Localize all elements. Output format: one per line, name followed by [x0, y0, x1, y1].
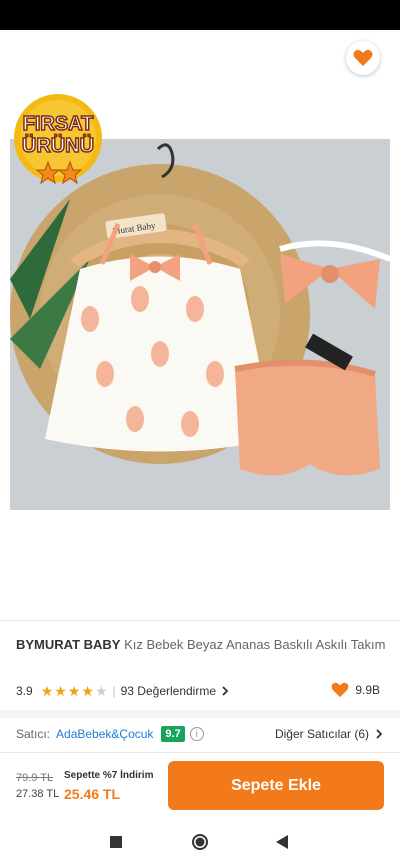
star-icon: ★: [94, 683, 108, 699]
rating-score: 3.9: [16, 684, 33, 698]
old-price: 79.9 TL: [16, 772, 54, 784]
section-divider: [0, 710, 400, 718]
status-bar: [0, 0, 400, 30]
seller-name-link[interactable]: AdaBebek&Çocuk: [56, 727, 153, 741]
other-sellers-label: Diğer Satıcılar (6): [274, 727, 369, 741]
product-title: BYMURAT BABY Kız Bebek Beyaz Ananas Bask…: [16, 636, 386, 654]
star-icon: ★: [81, 683, 94, 699]
circle-icon: [192, 834, 208, 850]
chevron-right-icon: [222, 686, 229, 696]
star-icon: ★: [40, 683, 54, 699]
add-to-cart-button[interactable]: Sepete Ekle: [168, 761, 384, 810]
top-bar: [0, 30, 400, 88]
share-icon: [302, 49, 320, 69]
final-price: 25.46 TL: [64, 786, 121, 802]
rating-divider: |: [112, 684, 116, 698]
arrow-left-icon: [24, 51, 42, 67]
deal-badge: FIRSAT ÜRÜNÜ: [8, 92, 108, 188]
nav-back-button[interactable]: [272, 832, 292, 852]
seller-score-badge: 9.7: [161, 726, 185, 742]
favorite-count[interactable]: 9.9B: [331, 682, 380, 698]
seller-row: Satıcı: AdaBebek&Çocuk 9.7 i Diğer Satıc…: [16, 724, 384, 744]
heart-icon: [353, 49, 373, 66]
badge-line1: FIRSAT: [23, 113, 94, 135]
rating-stars: ★ ★ ★ ★ ★: [41, 684, 108, 698]
heart-icon: [331, 682, 349, 698]
other-sellers-link[interactable]: Diğer Satıcılar (6): [275, 727, 384, 741]
star-icon: ★: [54, 683, 67, 699]
share-button[interactable]: [296, 44, 326, 74]
badge-line2: ÜRÜNÜ: [22, 134, 94, 157]
chevron-right-icon: [376, 729, 383, 739]
product-brand[interactable]: BYMURAT BABY: [16, 637, 120, 652]
square-icon: [110, 836, 122, 848]
product-name: Kız Bebek Beyaz Ananas Baskılı Askılı Ta…: [124, 637, 386, 652]
cart-discount-label: Sepette %7 İndirim: [64, 770, 154, 781]
back-button[interactable]: [18, 44, 48, 74]
current-price: 27.38 TL: [16, 788, 60, 800]
reviews-link[interactable]: 93 Değerlendirme: [121, 684, 230, 698]
reviews-label: 93 Değerlendirme: [120, 684, 217, 698]
system-nav-bar: [0, 818, 400, 866]
favorite-button[interactable]: [346, 41, 380, 75]
seller-label: Satıcı:: [16, 727, 51, 741]
nav-recent-button[interactable]: [106, 832, 126, 852]
product-image[interactable]: Murat Baby: [10, 139, 390, 510]
star-icon: ★: [67, 683, 81, 699]
favorite-count-value: 9.9B: [355, 683, 380, 697]
info-icon[interactable]: i: [189, 727, 204, 741]
triangle-back-icon: [276, 835, 288, 849]
nav-home-button[interactable]: [190, 832, 210, 852]
